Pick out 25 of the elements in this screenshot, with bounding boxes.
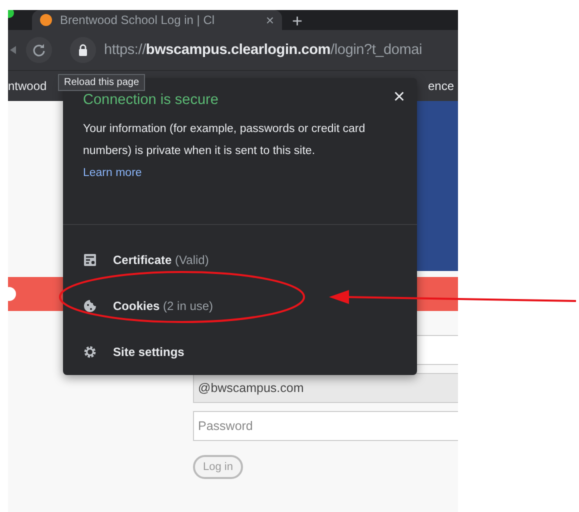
password-field[interactable]: Password bbox=[193, 411, 458, 441]
lock-button[interactable] bbox=[70, 37, 96, 63]
settings-icon bbox=[83, 345, 97, 359]
back-icon[interactable] bbox=[10, 45, 18, 55]
menu-item-label[interactable]: Cookies (2 in use) bbox=[113, 299, 214, 313]
menu-item-label[interactable]: Certificate (Valid) bbox=[113, 253, 209, 267]
reload-icon bbox=[32, 43, 46, 57]
close-button[interactable]: × bbox=[393, 88, 405, 106]
favicon-icon bbox=[40, 14, 52, 26]
popup-title: Connection is secure bbox=[83, 91, 218, 108]
bookmark-item[interactable]: ence bbox=[428, 79, 454, 93]
tab-close-button[interactable]: × bbox=[266, 12, 274, 28]
menu-item-label[interactable]: Site settings bbox=[113, 345, 184, 359]
email-field[interactable]: @bwscampus.com bbox=[193, 373, 458, 403]
cookie-icon bbox=[83, 299, 97, 313]
lock-icon bbox=[78, 44, 88, 56]
learn-more-link[interactable]: Learn more bbox=[83, 167, 142, 179]
tab-title: Brentwood School Log in | Cl bbox=[60, 13, 216, 27]
reload-button[interactable] bbox=[26, 37, 52, 63]
certificate-icon bbox=[83, 253, 97, 267]
security-description: Your information (for example, passwords or credit card numbers) is private when it is sent to this site. Learn more bbox=[82, 122, 366, 181]
reload-tooltip: Reload this page bbox=[58, 74, 146, 91]
bookmark-item[interactable]: ntwood bbox=[8, 79, 47, 93]
browser-tab[interactable]: Brentwood School Log in | Cl × bbox=[32, 10, 282, 30]
new-tab-button[interactable]: + bbox=[292, 12, 303, 30]
